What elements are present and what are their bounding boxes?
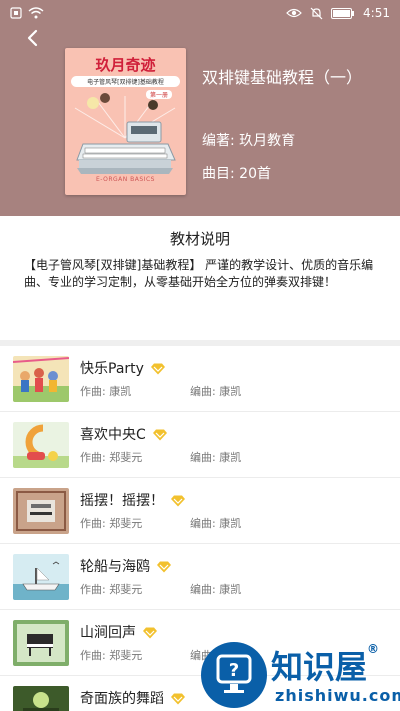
song-title: 摇摆！摇摆！ (80, 490, 186, 510)
song-title: 山涧回声 (80, 622, 158, 642)
song-title: 轮船与海鸥 (80, 556, 172, 576)
watermark-circle: ? (201, 642, 267, 708)
book-author: 编著: 玖月教育 (202, 133, 296, 149)
description-text: 【电子管风琴[双排键]基础教程】 严谨的教学设计、优质的音乐编曲、专业的学习定制… (24, 258, 374, 289)
description-section: 教材说明 【电子管风琴[双排键]基础教程】 严谨的教学设计、优质的音乐编曲、专业… (0, 216, 400, 340)
vip-diamond-icon (152, 429, 167, 441)
watermark-brand: 知识屋® (271, 642, 380, 686)
help-monitor-icon: ? (216, 654, 252, 693)
song-item[interactable]: 摇摆！摇摆！ 作曲: 郑斐元 编曲: 康凯 (0, 478, 400, 544)
book-cover: 玖月奇迹 电子管风琴[双排键]基础教程 第一册 E-ORGAN BASICS (65, 48, 186, 195)
song-thumbnail (13, 422, 69, 468)
song-arranger: 编曲: 康凯 (190, 517, 242, 530)
song-arranger: 编曲: 康凯 (190, 583, 242, 596)
song-title: 快乐Party (80, 358, 166, 378)
watermark-url: zhishiwu.com (275, 686, 400, 705)
chevron-left-icon (27, 29, 38, 47)
vip-diamond-icon (171, 693, 185, 705)
song-composer: 作曲: 郑斐元 (80, 649, 143, 662)
song-arranger: 编曲: 康凯 (190, 451, 242, 464)
vip-diamond-icon (150, 363, 165, 375)
song-item[interactable]: 快乐Party 作曲: 康凯 编曲: 康凯 (0, 346, 400, 412)
organ-illustration (74, 93, 176, 174)
book-header: 4:51 玖月奇迹 电子管风琴[双排键]基础教程 第一册 E-ORGAN BAS… (0, 0, 400, 216)
wifi-icon (28, 7, 44, 19)
book-title: 双排键基础教程（一） (202, 68, 363, 87)
description-title: 教材说明 (169, 230, 230, 248)
song-title: 喜欢中央C (80, 424, 168, 444)
song-thumbnail (13, 686, 69, 711)
clock-time: 4:51 (363, 6, 390, 20)
song-composer: 作曲: 郑斐元 (80, 583, 143, 596)
battery-icon (331, 7, 355, 19)
eye-icon (286, 8, 302, 18)
book-track-count: 曲目: 20首 (202, 166, 271, 182)
song-arranger: 编曲: 康凯 (190, 385, 242, 398)
song-composer: 作曲: 康凯 (80, 385, 132, 398)
notification-icon (10, 7, 22, 19)
vip-diamond-icon (143, 627, 157, 639)
song-item[interactable]: 轮船与海鸥 作曲: 郑斐元 编曲: 康凯 (0, 544, 400, 610)
svg-text:?: ? (229, 660, 239, 681)
song-thumbnail (13, 356, 69, 402)
vip-diamond-icon (157, 561, 171, 573)
song-composer: 作曲: 郑斐元 (80, 517, 143, 530)
mute-bell-icon (310, 7, 323, 19)
status-bar: 4:51 (0, 0, 400, 28)
song-composer: 作曲: 郑斐元 (80, 451, 143, 464)
song-title: 奇面族的舞蹈 (80, 688, 186, 708)
song-thumbnail (13, 488, 69, 534)
back-button[interactable] (22, 26, 46, 50)
song-thumbnail (13, 554, 69, 600)
song-thumbnail (13, 620, 69, 666)
song-item[interactable]: 喜欢中央C 作曲: 郑斐元 编曲: 康凯 (0, 412, 400, 478)
watermark-logo: ? 知识屋® zhishiwu.com (201, 640, 400, 711)
vip-diamond-icon (171, 495, 185, 507)
cover-english-title: E-ORGAN BASICS (96, 176, 155, 183)
